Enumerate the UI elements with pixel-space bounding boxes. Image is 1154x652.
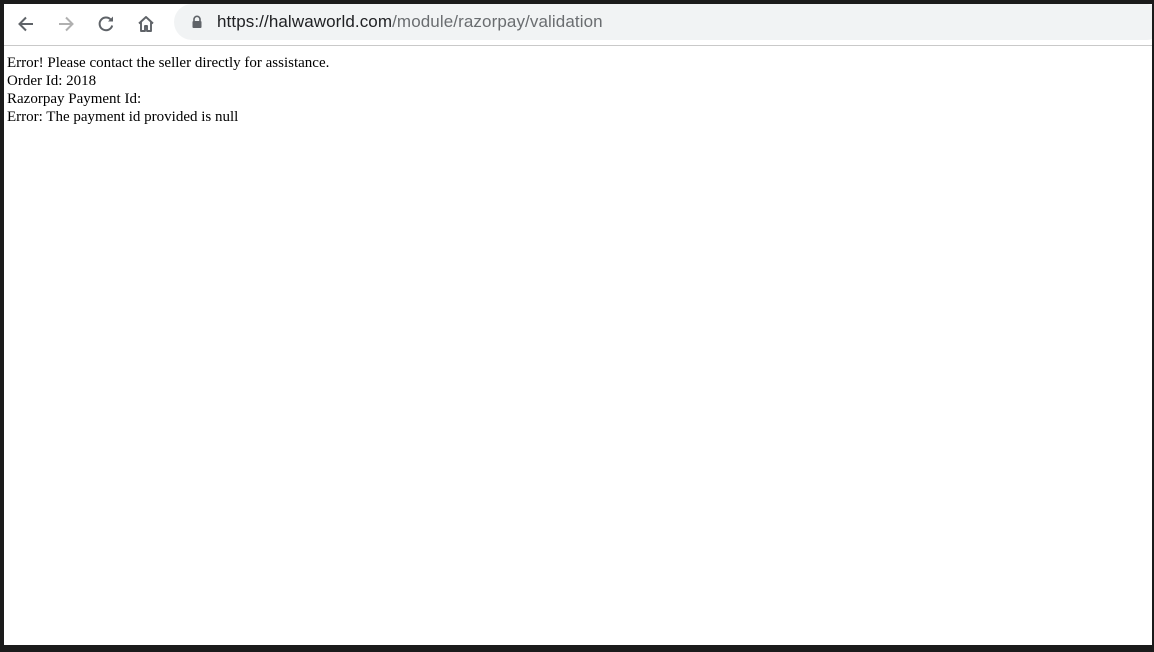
order-id-line: Order Id: 2018 [7,73,97,89]
url-scheme: https:// [217,12,269,31]
browser-window: https://halwaworld.com/module/razorpay/v… [4,4,1152,645]
error-message: Error! Please contact the seller directl… [7,55,330,71]
page-content: Error! Please contact the seller directl… [7,54,329,126]
browser-toolbar: https://halwaworld.com/module/razorpay/v… [4,4,1152,46]
home-icon [138,16,154,32]
arrow-right-icon [59,16,74,32]
reload-icon [98,16,114,32]
arrow-left-icon [18,16,33,32]
lock-icon [192,15,202,28]
payment-id-line: Razorpay Payment Id: [7,91,142,107]
url-host: halwaworld.com [268,12,393,31]
url-path: /module/razorpay/validation [392,12,603,31]
error-detail-line: Error: The payment id provided is null [7,109,239,125]
address-bar[interactable]: https://halwaworld.com/module/razorpay/v… [174,4,1152,40]
back-button[interactable] [10,8,42,40]
reload-button[interactable] [90,8,122,40]
forward-button[interactable] [50,8,82,40]
home-button[interactable] [130,8,162,40]
url-text[interactable]: https://halwaworld.com/module/razorpay/v… [217,12,603,32]
url-scheme-host: https://halwaworld.com [217,12,392,31]
